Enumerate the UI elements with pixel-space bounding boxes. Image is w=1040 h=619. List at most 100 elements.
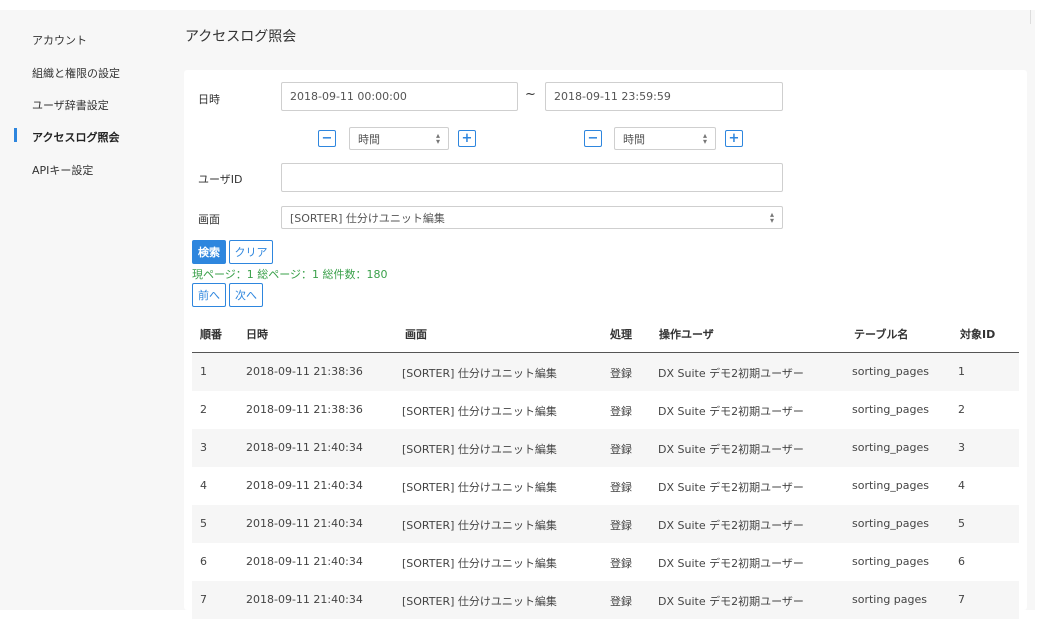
cell-table-name: sorting_pages (852, 517, 930, 530)
minus-icon: − (321, 131, 333, 146)
sidebar-item-account[interactable]: アカウント (32, 32, 87, 48)
cell-operator: DX Suite デモ2初期ユーザー (658, 595, 804, 608)
column-header-order: 順番 (200, 328, 222, 341)
end-unit-value: 時間 (623, 132, 645, 146)
select-arrows-icon: ▴ ▾ (435, 130, 440, 146)
cell-operator: DX Suite デモ2初期ユーザー (658, 481, 804, 494)
select-arrows-icon: ▴ ▾ (769, 209, 774, 225)
cell-target-id: 1 (958, 365, 965, 378)
cell-table-name: sorting_pages (852, 365, 930, 378)
cell-action: 登録 (610, 519, 632, 532)
cell-table-name: sorting_pages (852, 479, 930, 492)
sidebar-item-access-log[interactable]: アクセスログ照会 (32, 129, 119, 145)
sidebar-active-indicator (14, 128, 17, 142)
cell-order: 6 (200, 555, 207, 568)
cell-target-id: 4 (958, 479, 965, 492)
column-header-operator: 操作ユーザ (659, 328, 714, 341)
clear-button[interactable]: クリア (229, 240, 273, 264)
cell-operator: DX Suite デモ2初期ユーザー (658, 405, 804, 418)
cell-target-id: 2 (958, 403, 965, 416)
column-header-action: 処理 (610, 328, 632, 341)
column-header-target-id: 対象ID (960, 328, 996, 341)
end-increment-button[interactable]: + (725, 130, 743, 147)
cell-datetime: 2018-09-11 21:40:34 (246, 517, 363, 530)
start-unit-select[interactable]: 時間 ▴ ▾ (349, 127, 449, 150)
cell-order: 1 (200, 365, 207, 378)
cell-target-id: 3 (958, 441, 965, 454)
cell-operator: DX Suite デモ2初期ユーザー (658, 443, 804, 456)
cell-table-name: sorting pages (852, 593, 928, 606)
sidebar-item-api-key[interactable]: APIキー設定 (32, 162, 93, 178)
cell-datetime: 2018-09-11 21:38:36 (246, 365, 363, 378)
page-title: アクセスログ照会 (185, 29, 297, 45)
top-gap (0, 0, 1040, 10)
start-datetime-input[interactable]: 2018-09-11 00:00:00 (281, 82, 518, 111)
end-datetime-value: 2018-09-11 23:59:59 (554, 90, 671, 103)
userid-input[interactable] (281, 163, 783, 192)
cell-action: 登録 (610, 595, 632, 608)
end-decrement-button[interactable]: − (584, 130, 602, 147)
pager-info: 現ページ：1 総ページ：1 総件数：180 (192, 268, 388, 281)
start-increment-button[interactable]: + (458, 130, 476, 147)
column-header-datetime: 日時 (246, 328, 268, 341)
plus-icon: + (728, 131, 740, 146)
select-arrows-icon: ▴ ▾ (702, 130, 707, 146)
cell-target-id: 6 (958, 555, 965, 568)
cell-order: 4 (200, 479, 207, 492)
plus-icon: + (461, 131, 473, 146)
cell-table-name: sorting_pages (852, 403, 930, 416)
prev-page-button[interactable]: 前へ (192, 283, 226, 307)
start-datetime-value: 2018-09-11 00:00:00 (290, 90, 407, 103)
app-root: アカウント 組織と権限の設定 ユーザ辞書設定 アクセスログ照会 APIキー設定 … (0, 0, 1040, 619)
cell-order: 2 (200, 403, 207, 416)
cell-order: 3 (200, 441, 207, 454)
cell-operator: DX Suite デモ2初期ユーザー (658, 367, 804, 380)
table-row: 3 2018-09-11 21:40:34 [SORTER] 仕分けユニット編集 登録… (192, 429, 1019, 467)
minus-icon: − (587, 131, 599, 146)
datetime-label: 日時 (198, 93, 220, 106)
search-button[interactable]: 検索 (192, 240, 226, 264)
screen-select[interactable]: [SORTER] 仕分けユニット編集 ▴ ▾ (281, 206, 783, 229)
cell-action: 登録 (610, 443, 632, 456)
cell-action: 登録 (610, 557, 632, 570)
table-row: 2 2018-09-11 21:38:36 [SORTER] 仕分けユニット編集 登録… (192, 391, 1019, 429)
end-datetime-input[interactable]: 2018-09-11 23:59:59 (545, 82, 783, 111)
cell-order: 5 (200, 517, 207, 530)
cell-datetime: 2018-09-11 21:40:34 (246, 593, 363, 606)
table-row: 5 2018-09-11 21:40:34 [SORTER] 仕分けユニット編集 登録… (192, 505, 1019, 543)
cell-datetime: 2018-09-11 21:40:34 (246, 441, 363, 454)
cell-action: 登録 (610, 481, 632, 494)
cell-operator: DX Suite デモ2初期ユーザー (658, 557, 804, 570)
cell-screen: [SORTER] 仕分けユニット編集 (402, 519, 557, 532)
cell-target-id: 5 (958, 517, 965, 530)
cell-datetime: 2018-09-11 21:38:36 (246, 403, 363, 416)
table-row: 7 2018-09-11 21:40:34 [SORTER] 仕分けユニット編集 登録… (192, 581, 1019, 619)
cell-order: 7 (200, 593, 207, 606)
table-row: 6 2018-09-11 21:40:34 [SORTER] 仕分けユニット編集 登録… (192, 543, 1019, 581)
cell-screen: [SORTER] 仕分けユニット編集 (402, 405, 557, 418)
screen-select-value: [SORTER] 仕分けユニット編集 (290, 211, 445, 225)
cell-screen: [SORTER] 仕分けユニット編集 (402, 481, 557, 494)
cell-screen: [SORTER] 仕分けユニット編集 (402, 443, 557, 456)
start-unit-value: 時間 (358, 132, 380, 146)
cell-screen: [SORTER] 仕分けユニット編集 (402, 367, 557, 380)
next-page-button[interactable]: 次へ (229, 283, 263, 307)
sidebar-item-organization-permissions[interactable]: 組織と権限の設定 (32, 65, 120, 81)
start-decrement-button[interactable]: − (318, 130, 336, 147)
table-row: 4 2018-09-11 21:40:34 [SORTER] 仕分けユニット編集 登録… (192, 467, 1019, 505)
cell-datetime: 2018-09-11 21:40:34 (246, 555, 363, 568)
screen-label: 画面 (198, 213, 220, 226)
end-unit-select[interactable]: 時間 ▴ ▾ (614, 127, 716, 150)
cell-screen: [SORTER] 仕分けユニット編集 (402, 557, 557, 570)
userid-label: ユーザID (198, 173, 243, 186)
cell-datetime: 2018-09-11 21:40:34 (246, 479, 363, 492)
cell-operator: DX Suite デモ2初期ユーザー (658, 519, 804, 532)
cell-screen: [SORTER] 仕分けユニット編集 (402, 595, 557, 608)
cell-action: 登録 (610, 405, 632, 418)
scrollbar-hint (1030, 10, 1031, 24)
cell-target-id: 7 (958, 593, 965, 606)
cell-action: 登録 (610, 367, 632, 380)
sidebar-item-user-dictionary[interactable]: ユーザ辞書設定 (32, 97, 109, 113)
cell-table-name: sorting_pages (852, 555, 930, 568)
cell-table-name: sorting_pages (852, 441, 930, 454)
